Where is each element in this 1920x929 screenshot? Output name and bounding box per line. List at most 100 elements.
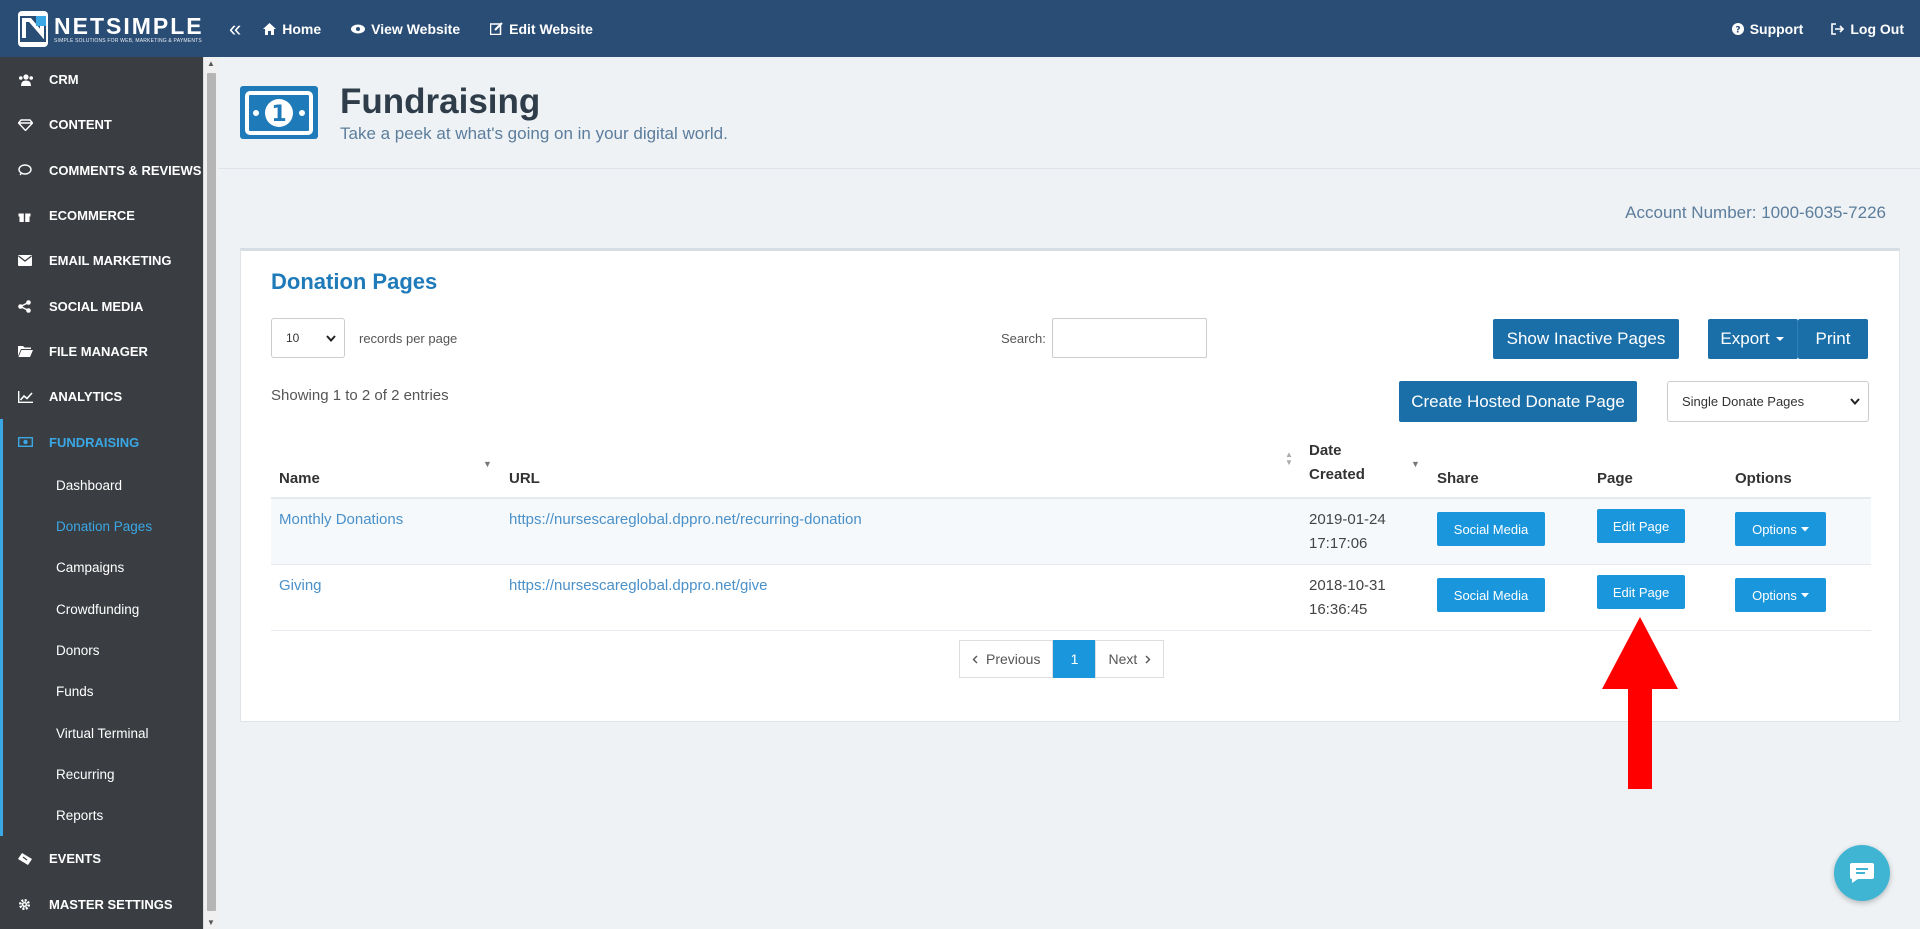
column-header-name[interactable]: Name (279, 470, 320, 487)
caret-down-icon (1775, 337, 1784, 341)
sidebar-item-label: ANALYTICS (49, 389, 123, 405)
pagination-next[interactable]: Next (1095, 640, 1165, 678)
date-created-date: 2018-10-31 (1309, 577, 1386, 594)
social-media-button[interactable]: Social Media (1437, 512, 1545, 546)
sidebar-subitem-recurring[interactable]: Recurring (3, 754, 203, 795)
scroll-up-icon[interactable]: ▲ (207, 59, 215, 68)
sidebar-item-master-settings[interactable]: MASTER SETTINGS (0, 882, 203, 927)
chat-widget-button[interactable] (1834, 845, 1890, 901)
panel-title: Donation Pages (271, 269, 438, 294)
envelope-icon (18, 255, 38, 267)
chevron-down-icon (1850, 398, 1860, 405)
folder-icon (18, 345, 38, 358)
nav-edit-website[interactable]: Edit Website (490, 21, 593, 37)
support-link[interactable]: ? Support (1731, 21, 1803, 37)
column-header-page: Page (1597, 470, 1633, 487)
sidebar-item-label: FILE MANAGER (49, 343, 148, 359)
sidebar-item-label: EVENTS (49, 851, 102, 867)
search-input[interactable] (1051, 318, 1207, 358)
page-type-select[interactable]: Single Donate Pages (1667, 381, 1869, 422)
ticket-icon (18, 852, 38, 865)
sidebar-item-social-media[interactable]: SOCIAL MEDIA (0, 283, 203, 328)
sign-out-icon (1831, 22, 1845, 35)
sort-desc-icon[interactable]: ▼ (1411, 459, 1420, 469)
options-button[interactable]: Options (1735, 512, 1826, 546)
caret-down-icon (1800, 592, 1809, 597)
sidebar-subitem-dashboard[interactable]: Dashboard (3, 465, 203, 506)
sidebar-subitem-campaigns[interactable]: Campaigns (3, 547, 203, 588)
column-header-share: Share (1437, 470, 1479, 487)
page-subtitle: Take a peek at what's going on in your d… (340, 123, 728, 143)
date-created-time: 17:17:06 (1309, 535, 1368, 552)
nav-view-website[interactable]: View Website (351, 21, 460, 37)
edit-page-button[interactable]: Edit Page (1597, 575, 1685, 609)
sort-desc-icon[interactable]: ▼ (483, 459, 492, 469)
sidebar-item-label: ECOMMERCE (49, 208, 135, 224)
top-bar: NETSIMPLE SIMPLE SOLUTIONS FOR WEB, MARK… (0, 0, 1920, 57)
share-icon (18, 299, 38, 313)
logo-mark-icon (18, 10, 48, 47)
nav-home[interactable]: Home (263, 21, 321, 37)
page-name-link[interactable]: Monthly Donations (279, 511, 403, 528)
social-media-button[interactable]: Social Media (1437, 578, 1545, 612)
show-inactive-pages-button[interactable]: Show Inactive Pages (1493, 319, 1679, 359)
options-button[interactable]: Options (1735, 578, 1826, 612)
export-print-group: Export Print (1708, 319, 1868, 359)
sidebar-item-fundraising[interactable]: FUNDRAISING (0, 419, 203, 465)
page-name-link[interactable]: Giving (279, 577, 322, 594)
column-header-date-created[interactable]: Date Created (1309, 439, 1365, 487)
pagination-page-1[interactable]: 1 (1053, 640, 1096, 678)
cog-icon (18, 898, 38, 911)
netsimple-logo[interactable]: NETSIMPLE SIMPLE SOLUTIONS FOR WEB, MARK… (18, 10, 203, 47)
pagination-previous[interactable]: Previous (959, 640, 1054, 678)
export-button[interactable]: Export (1708, 319, 1798, 359)
scroll-thumb[interactable] (207, 73, 216, 911)
page-url-link[interactable]: https://nursescareglobal.dppro.net/give (509, 577, 768, 594)
sort-both-icon[interactable]: ▲ ▼ (1285, 451, 1293, 467)
print-button[interactable]: Print (1798, 319, 1868, 359)
sidebar-item-comments-reviews[interactable]: COMMENTS & REVIEWS (0, 148, 203, 193)
nav-home-label: Home (282, 20, 322, 37)
sidebar-item-label: COMMENTS & REVIEWS (49, 162, 202, 178)
records-per-page-select[interactable]: 10 (271, 318, 345, 358)
entries-info: Showing 1 to 2 of 2 entries (271, 387, 449, 404)
comment-icon (18, 164, 38, 176)
sidebar-item-file-manager[interactable]: FILE MANAGER (0, 329, 203, 374)
sidebar-subitem-crowdfunding[interactable]: Crowdfunding (3, 589, 203, 630)
sidebar-item-label: MASTER SETTINGS (49, 896, 173, 912)
sidebar-scrollbar[interactable]: ▲ ▼ (203, 57, 218, 929)
sidebar-item-content[interactable]: CONTENT (0, 102, 203, 147)
sidebar-item-events[interactable]: EVENTS (0, 836, 203, 881)
sidebar-subitem-funds[interactable]: Funds (3, 671, 203, 712)
sidebar-subitem-reports[interactable]: Reports (3, 795, 203, 836)
sidebar-item-label: FUNDRAISING (49, 434, 140, 450)
red-arrow-annotation (1602, 617, 1678, 789)
column-header-url[interactable]: URL (509, 470, 540, 487)
sidebar-subitem-donors[interactable]: Donors (3, 630, 203, 671)
page-url-link[interactable]: https://nursescareglobal.dppro.net/recur… (509, 511, 862, 528)
edit-page-button[interactable]: Edit Page (1597, 509, 1685, 543)
pagination-next-label: Next (1108, 651, 1138, 667)
sidebar-item-analytics[interactable]: ANALYTICS (0, 374, 203, 419)
question-circle-icon: ? (1731, 22, 1744, 35)
search-label: Search: (1001, 330, 1046, 346)
sidebar-subitem-donation-pages[interactable]: Donation Pages (3, 506, 203, 547)
gift-icon (18, 210, 38, 222)
collapse-sidebar-icon[interactable]: « (229, 16, 241, 42)
date-created-time: 16:36:45 (1309, 601, 1368, 618)
caret-down-icon (1800, 526, 1809, 531)
sidebar-item-crm[interactable]: CRM (0, 57, 203, 102)
eye-icon (351, 24, 366, 33)
logout-link[interactable]: Log Out (1831, 21, 1904, 37)
fundraising-submenu: Dashboard Donation Pages Campaigns Crowd… (0, 464, 203, 837)
edit-icon (490, 22, 503, 35)
create-hosted-donate-page-button[interactable]: Create Hosted Donate Page (1399, 381, 1637, 422)
records-per-page-label: records per page (359, 330, 458, 346)
date-created: 2018-10-31 16:36:45 (1309, 574, 1386, 622)
records-per-page-value: 10 (286, 331, 300, 345)
sidebar-subitem-virtual-terminal[interactable]: Virtual Terminal (3, 712, 203, 753)
scroll-down-icon[interactable]: ▼ (207, 918, 215, 927)
sidebar-item-email-marketing[interactable]: EMAIL MARKETING (0, 238, 203, 283)
date-created: 2019-01-24 17:17:06 (1309, 508, 1386, 556)
sidebar-item-ecommerce[interactable]: ECOMMERCE (0, 193, 203, 238)
